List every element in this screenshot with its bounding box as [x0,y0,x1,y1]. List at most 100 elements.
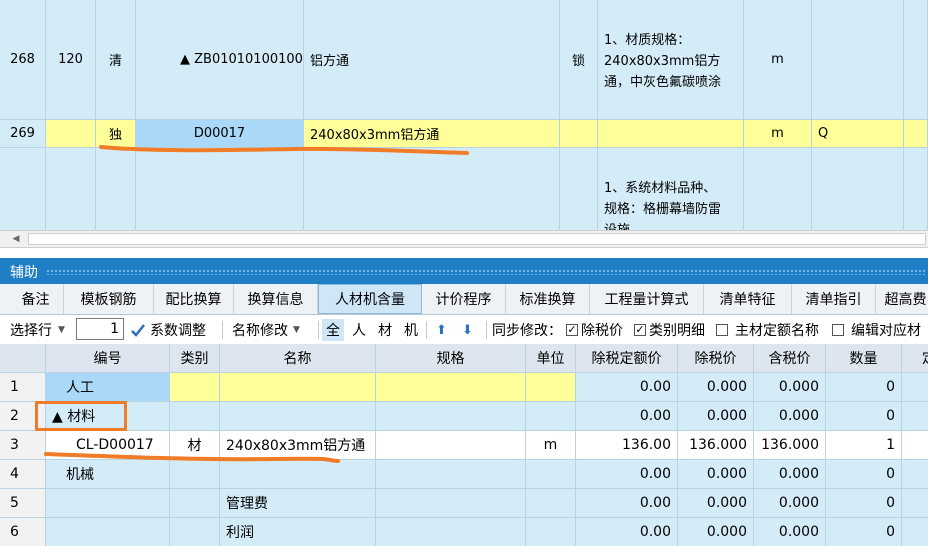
quantity-cell[interactable]: 0 [826,402,902,431]
category-cell[interactable]: 清 [96,0,136,120]
price-incl-cell[interactable]: 0.000 [754,518,826,546]
row-count-input[interactable] [76,318,124,340]
seq-cell[interactable] [46,120,96,148]
name-modify-dropdown[interactable]: 名称修改 ▼ [232,320,300,340]
category-cell[interactable] [170,518,220,546]
price-incl-cell[interactable]: 0.000 [754,373,826,402]
name-cell[interactable]: 利润 [220,518,376,546]
row-number[interactable]: 5 [0,489,46,518]
tab-bill-features[interactable]: 清单特征 [704,284,792,314]
extra-cell[interactable]: Q [812,120,904,148]
main-material-checkbox[interactable]: 主材定额名称 [716,320,819,340]
spec-cell[interactable] [376,431,526,460]
name-cell[interactable] [304,148,560,230]
header-overflow[interactable]: 定 [902,344,928,373]
select-row-dropdown[interactable]: 选择行 ▼ [10,320,65,340]
scroll-left-icon[interactable]: ◀ [8,233,24,245]
code-cell[interactable]: 人工 [46,373,170,402]
price-excl-cell[interactable]: 0.000 [678,460,754,489]
code-cell[interactable] [46,489,170,518]
overflow-cell[interactable] [904,148,928,230]
price-excl-cell[interactable]: 136.000 [678,431,754,460]
row-number[interactable]: 268 [0,0,46,120]
spec-cell[interactable] [376,460,526,489]
tab-standard-conversion[interactable]: 标准换算 [506,284,590,314]
overflow-cell[interactable] [902,373,928,402]
quota-price-cell[interactable]: 0.00 [576,402,678,431]
code-cell[interactable] [136,148,304,230]
quantity-cell[interactable]: 0 [826,518,902,546]
name-cell[interactable]: 铝方通 [304,0,560,120]
price-excl-cell[interactable]: 0.000 [678,373,754,402]
lock-cell[interactable] [560,120,598,148]
unit-cell[interactable]: m [744,0,812,120]
code-cell[interactable] [46,518,170,546]
tab-resource-content[interactable]: 人材机含量 [318,284,422,314]
spec-cell[interactable] [376,518,526,546]
unit-cell[interactable] [526,402,576,431]
spec-cell[interactable] [376,402,526,431]
category-cell[interactable] [170,402,220,431]
tab-high-rise-fee[interactable]: 超高费 [876,284,928,314]
filter-labor-button[interactable]: 人 [352,320,366,340]
row-number[interactable] [0,148,46,230]
row-number[interactable]: 269 [0,120,46,148]
tab-mix-conversion[interactable]: 配比换算 [154,284,234,314]
quantity-cell[interactable]: 1 [826,431,902,460]
tab-bill-guide[interactable]: 清单指引 [792,284,876,314]
seq-cell[interactable]: 120 [46,0,96,120]
quantity-cell[interactable]: 0 [826,489,902,518]
quota-price-cell[interactable]: 0.00 [576,373,678,402]
category-cell[interactable] [170,489,220,518]
overflow-cell[interactable] [902,402,928,431]
quota-price-cell[interactable]: 136.00 [576,431,678,460]
header-spec[interactable]: 规格 [376,344,526,373]
spec-cell[interactable] [376,373,526,402]
header-quota-price[interactable]: 除税定额价 [576,344,678,373]
feature-cell[interactable] [598,120,744,148]
category-cell[interactable] [96,148,136,230]
lock-cell[interactable]: 锁 [560,0,598,120]
overflow-cell[interactable] [904,120,928,148]
price-incl-cell[interactable]: 0.000 [754,402,826,431]
extra-cell[interactable] [812,148,904,230]
quota-price-cell[interactable]: 0.00 [576,518,678,546]
price-excl-cell[interactable]: 0.000 [678,489,754,518]
tab-quantity-formula[interactable]: 工程量计算式 [590,284,704,314]
tab-pricing-procedure[interactable]: 计价程序 [422,284,506,314]
extra-cell[interactable] [812,0,904,120]
price-incl-cell[interactable]: 0.000 [754,460,826,489]
overflow-cell[interactable] [902,431,928,460]
lock-cell[interactable] [560,148,598,230]
code-cell[interactable]: ▲ ZB01010100100 [136,0,304,120]
unit-cell[interactable] [744,148,812,230]
price-incl-cell[interactable]: 0.000 [754,489,826,518]
header-price-incl[interactable]: 含税价 [754,344,826,373]
unit-cell[interactable] [526,489,576,518]
unit-cell[interactable]: m [744,120,812,148]
move-down-icon[interactable]: ⬇ [462,320,473,340]
quantity-cell[interactable]: 0 [826,373,902,402]
move-up-icon[interactable]: ⬆ [436,320,447,340]
overflow-cell[interactable] [902,489,928,518]
name-cell[interactable]: 管理费 [220,489,376,518]
category-cell[interactable] [170,373,220,402]
unit-cell[interactable] [526,373,576,402]
overflow-cell[interactable] [904,0,928,120]
coef-adjust-button[interactable]: 系数调整 [130,320,206,340]
header-unit[interactable]: 单位 [526,344,576,373]
scrollbar-track[interactable] [28,233,926,245]
category-detail-checkbox[interactable]: ✓ 类别明细 [634,320,705,340]
price-excl-cell[interactable]: 0.000 [678,518,754,546]
feature-cell[interactable]: 1、材质规格： 240x80x3mm铝方 通，中灰色氟碳喷涂 [598,0,744,120]
row-number[interactable]: 6 [0,518,46,546]
tab-conversion-info[interactable]: 换算信息 [234,284,318,314]
filter-material-button[interactable]: 材 [378,320,392,340]
unit-cell[interactable]: m [526,431,576,460]
header-code[interactable]: 编号 [46,344,170,373]
horizontal-scrollbar[interactable]: ◀ [0,230,928,248]
row-number[interactable]: 4 [0,460,46,489]
price-excl-cell[interactable]: 0.000 [678,402,754,431]
quantity-cell[interactable]: 0 [826,460,902,489]
header-name[interactable]: 名称 [220,344,376,373]
